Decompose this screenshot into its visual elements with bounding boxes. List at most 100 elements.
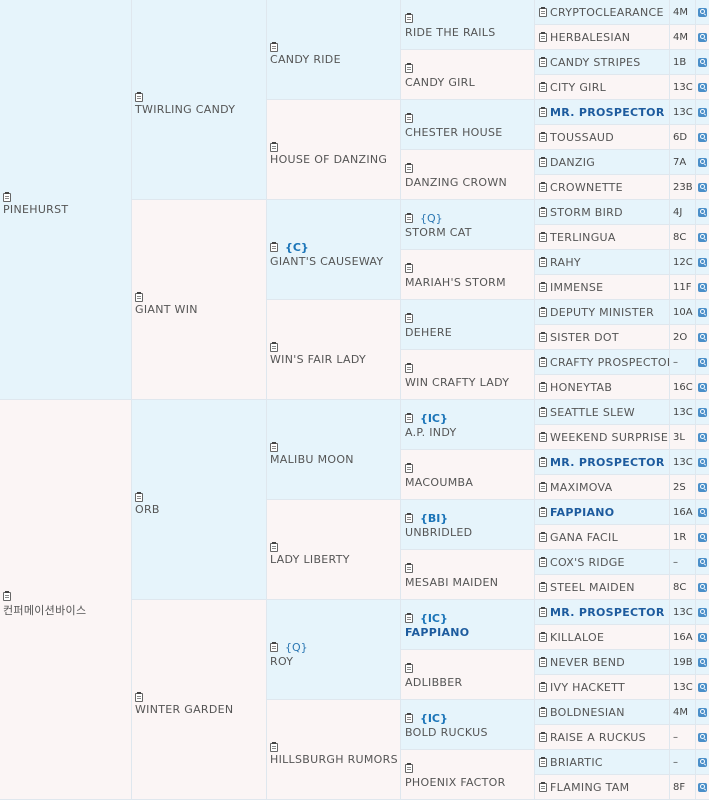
clipboard-icon[interactable] xyxy=(539,531,547,542)
clipboard-icon[interactable] xyxy=(405,263,413,273)
clipboard-icon[interactable] xyxy=(539,306,547,317)
search-icon[interactable] xyxy=(696,225,709,250)
search-icon[interactable] xyxy=(696,475,709,500)
horse-name-link[interactable]: CANDY GIRL xyxy=(405,76,534,89)
horse-name-link[interactable]: MACOUMBA xyxy=(405,476,534,489)
horse-name-link[interactable]: A.P. INDY xyxy=(405,426,534,439)
search-icon[interactable] xyxy=(696,75,709,100)
clipboard-icon[interactable] xyxy=(270,542,278,552)
horse-name-link[interactable]: HILLSBURGH RUMORS xyxy=(270,753,400,766)
horse-name-link[interactable]: MR. PROSPECTOR xyxy=(550,606,665,619)
clipboard-icon[interactable] xyxy=(539,256,547,267)
search-icon[interactable] xyxy=(696,375,709,400)
horse-name-link[interactable]: KILLALOE xyxy=(550,631,604,644)
clipboard-icon[interactable] xyxy=(270,342,278,352)
horse-name-link[interactable]: DEHERE xyxy=(405,326,534,339)
clipboard-icon[interactable] xyxy=(405,63,413,73)
horse-name-link[interactable]: WINTER GARDEN xyxy=(135,703,266,716)
search-icon[interactable] xyxy=(696,125,709,150)
horse-name-link[interactable]: STEEL MAIDEN xyxy=(550,581,635,594)
clipboard-icon[interactable] xyxy=(539,506,547,517)
search-icon[interactable] xyxy=(696,350,709,375)
horse-name-link[interactable]: PHOENIX FACTOR xyxy=(405,776,534,789)
clipboard-icon[interactable] xyxy=(270,242,278,252)
clipboard-icon[interactable] xyxy=(3,192,11,202)
search-icon[interactable] xyxy=(696,500,709,525)
clipboard-icon[interactable] xyxy=(539,106,547,117)
clipboard-icon[interactable] xyxy=(539,731,547,742)
search-icon[interactable] xyxy=(696,700,709,725)
clipboard-icon[interactable] xyxy=(539,181,547,192)
horse-name-link[interactable]: BOLD RUCKUS xyxy=(405,726,534,739)
search-icon[interactable] xyxy=(696,775,709,800)
clipboard-icon[interactable] xyxy=(539,456,547,467)
clipboard-icon[interactable] xyxy=(539,431,547,442)
clipboard-icon[interactable] xyxy=(135,492,143,502)
clipboard-icon[interactable] xyxy=(539,356,547,367)
search-icon[interactable] xyxy=(696,100,709,125)
search-icon[interactable] xyxy=(696,25,709,50)
horse-name-link[interactable]: RAISE A RUCKUS xyxy=(550,731,646,744)
search-icon[interactable] xyxy=(696,750,709,775)
clipboard-icon[interactable] xyxy=(539,706,547,717)
horse-name-link[interactable]: ADLIBBER xyxy=(405,676,534,689)
horse-name-link[interactable]: MAXIMOVA xyxy=(550,481,613,494)
clipboard-icon[interactable] xyxy=(539,681,547,692)
search-icon[interactable] xyxy=(696,450,709,475)
clipboard-icon[interactable] xyxy=(135,92,143,102)
horse-name-link[interactable]: CANDY RIDE xyxy=(270,53,400,66)
clipboard-icon[interactable] xyxy=(405,513,413,523)
search-icon[interactable] xyxy=(696,675,709,700)
horse-name-link[interactable]: BOLDNESIAN xyxy=(550,706,625,719)
horse-name-link[interactable]: IMMENSE xyxy=(550,281,603,294)
horse-name-link[interactable]: CROWNETTE xyxy=(550,181,623,194)
search-icon[interactable] xyxy=(696,725,709,750)
horse-name-link[interactable]: MARIAH'S STORM xyxy=(405,276,534,289)
clipboard-icon[interactable] xyxy=(270,42,278,52)
horse-name-link[interactable]: UNBRIDLED xyxy=(405,526,534,539)
clipboard-icon[interactable] xyxy=(405,213,413,223)
horse-name-link[interactable]: GIANT'S CAUSEWAY xyxy=(270,255,400,268)
clipboard-icon[interactable] xyxy=(270,442,278,452)
search-icon[interactable] xyxy=(696,550,709,575)
clipboard-icon[interactable] xyxy=(405,663,413,673)
horse-name-link[interactable]: FAPPIANO xyxy=(405,626,534,639)
clipboard-icon[interactable] xyxy=(539,6,547,17)
clipboard-icon[interactable] xyxy=(539,656,547,667)
clipboard-icon[interactable] xyxy=(539,331,547,342)
clipboard-icon[interactable] xyxy=(3,590,11,601)
horse-name-link[interactable]: SISTER DOT xyxy=(550,331,619,344)
horse-name-link[interactable]: GIANT WIN xyxy=(135,303,266,316)
horse-name-link[interactable]: DEPUTY MINISTER xyxy=(550,306,654,319)
horse-name-link[interactable]: STORM CAT xyxy=(405,226,534,239)
clipboard-icon[interactable] xyxy=(539,31,547,42)
horse-name-link[interactable]: HONEYTAB xyxy=(550,381,612,394)
clipboard-icon[interactable] xyxy=(539,481,547,492)
horse-name-link[interactable]: MR. PROSPECTOR xyxy=(550,106,665,119)
clipboard-icon[interactable] xyxy=(405,463,413,473)
clipboard-icon[interactable] xyxy=(405,313,413,323)
clipboard-icon[interactable] xyxy=(539,231,547,242)
horse-name-link[interactable]: BRIARTIC xyxy=(550,756,603,769)
clipboard-icon[interactable] xyxy=(539,131,547,142)
clipboard-icon[interactable] xyxy=(539,581,547,592)
horse-name-link[interactable]: COX'S RIDGE xyxy=(550,556,625,569)
clipboard-icon[interactable] xyxy=(539,156,547,167)
search-icon[interactable] xyxy=(696,400,709,425)
clipboard-icon[interactable] xyxy=(405,713,413,723)
horse-name-link[interactable]: TOUSSAUD xyxy=(550,131,614,144)
search-icon[interactable] xyxy=(696,275,709,300)
horse-name-link[interactable]: CANDY STRIPES xyxy=(550,56,641,69)
horse-name-link[interactable]: STORM BIRD xyxy=(550,206,623,219)
search-icon[interactable] xyxy=(696,425,709,450)
clipboard-icon[interactable] xyxy=(539,606,547,617)
search-icon[interactable] xyxy=(696,200,709,225)
clipboard-icon[interactable] xyxy=(405,13,413,23)
search-icon[interactable] xyxy=(696,625,709,650)
clipboard-icon[interactable] xyxy=(539,281,547,292)
horse-name-link[interactable]: CRYPTOCLEARANCE xyxy=(550,6,664,19)
clipboard-icon[interactable] xyxy=(539,631,547,642)
horse-name-link[interactable]: SEATTLE SLEW xyxy=(550,406,635,419)
horse-name-link[interactable]: ROY xyxy=(270,655,400,668)
clipboard-icon[interactable] xyxy=(539,556,547,567)
